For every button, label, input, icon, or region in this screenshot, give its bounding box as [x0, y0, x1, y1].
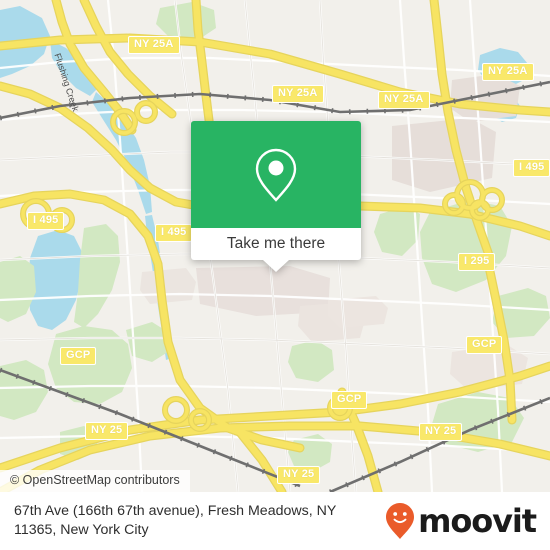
location-callout-card[interactable]: Take me there — [191, 121, 361, 272]
map-attribution[interactable]: © OpenStreetMap contributors — [0, 470, 190, 492]
moovit-logo[interactable]: moovit — [385, 502, 537, 540]
address-line-1: 67th Ave (166th 67th avenue), Fresh Mead… — [14, 503, 337, 519]
callout-pin-panel — [191, 121, 361, 228]
highway-shield[interactable]: GCP — [466, 336, 503, 354]
highway-shield[interactable]: I 295 — [458, 253, 496, 271]
highway-shield[interactable]: NY 25 — [85, 422, 129, 440]
highway-shield[interactable]: GCP — [60, 347, 97, 365]
highway-shield[interactable]: NY 25A — [272, 85, 324, 103]
address-line-2: 11365, New York City — [14, 522, 149, 538]
highway-shield[interactable]: NY 25 — [419, 423, 463, 441]
highway-shield[interactable]: GCP — [331, 391, 368, 409]
highway-shield[interactable]: I 495 — [513, 159, 550, 177]
callout-action-panel[interactable]: Take me there — [191, 228, 361, 260]
footer-bar: 67th Ave (166th 67th avenue), Fresh Mead… — [0, 492, 550, 550]
address-caption: 67th Ave (166th 67th avenue), Fresh Mead… — [14, 502, 385, 540]
highway-shield[interactable]: I 495 — [155, 224, 193, 242]
moovit-location-screenshot: Flushing Creek NY 25A NY 25A NY 25A NY 2… — [0, 0, 550, 550]
highway-shield[interactable]: NY 25 — [277, 466, 321, 484]
highway-shield[interactable]: I 495 — [27, 212, 65, 230]
map-canvas[interactable]: Flushing Creek NY 25A NY 25A NY 25A NY 2… — [0, 0, 550, 492]
moovit-wordmark: moovit — [418, 502, 537, 540]
highway-shield[interactable]: NY 25A — [128, 36, 180, 54]
highway-shield[interactable]: NY 25A — [482, 63, 534, 81]
take-me-there-label: Take me there — [226, 235, 326, 252]
callout-tail-pointer — [263, 260, 289, 272]
map-pin-icon — [254, 147, 298, 203]
moovit-smiley-pin-icon — [385, 502, 415, 540]
highway-shield[interactable]: NY 25A — [378, 91, 430, 109]
